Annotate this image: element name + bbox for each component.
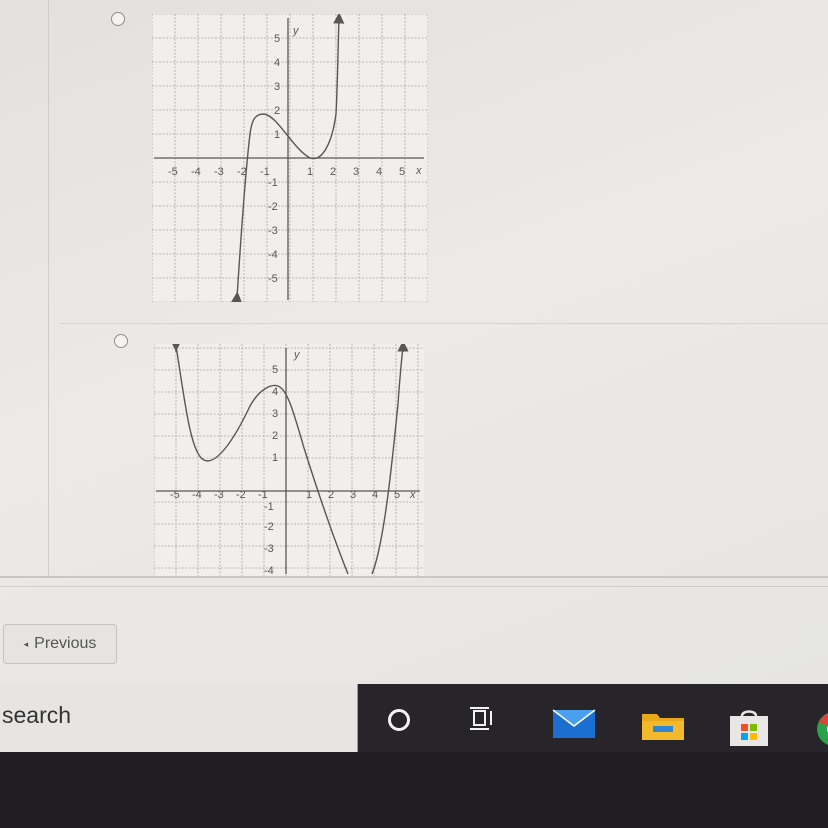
function-curve (175, 345, 404, 575)
y-tick: -2 (268, 201, 278, 213)
x-tick: -1 (258, 489, 268, 501)
cortana-circle-icon[interactable] (385, 706, 413, 734)
mail-icon[interactable] (552, 706, 596, 740)
taskbar-search-box[interactable]: search (0, 684, 358, 752)
store-icon[interactable] (727, 708, 771, 748)
x-tick: 3 (350, 489, 356, 501)
x-tick: 2 (330, 166, 336, 178)
option-divider (60, 323, 828, 324)
search-label: search (2, 702, 72, 728)
y-tick: -5 (268, 273, 278, 285)
x-tick: -3 (214, 166, 224, 178)
x-axis-label: x (409, 489, 416, 501)
y-tick: -1 (264, 501, 274, 513)
option-2-graph: -5 -4 -3 -2 -1 1 2 3 4 5 x y 5 4 3 2 1 -… (154, 344, 424, 576)
x-axis-label: x (415, 165, 422, 177)
x-tick: -4 (192, 489, 202, 501)
x-tick: 4 (376, 166, 382, 178)
x-tick: 1 (306, 489, 312, 501)
y-tick: -3 (264, 543, 274, 555)
previous-label: Previous (34, 635, 97, 652)
x-tick: -3 (214, 489, 224, 501)
x-tick: 3 (353, 166, 359, 178)
card-bottom-border (0, 576, 828, 587)
y-tick: 3 (272, 408, 278, 420)
y-tick: 4 (274, 57, 280, 69)
y-axis-label: y (293, 349, 301, 361)
y-tick: 1 (274, 129, 280, 141)
chrome-icon[interactable] (814, 710, 828, 748)
file-explorer-icon[interactable] (641, 708, 685, 742)
y-tick: 3 (274, 81, 280, 93)
screen: -5 -4 -3 -2 -1 1 2 3 4 5 x y 5 4 3 2 1 -… (0, 0, 828, 690)
x-tick: -4 (191, 166, 201, 178)
x-tick: 5 (399, 166, 405, 178)
caret-left-icon: ◂ (23, 638, 29, 649)
x-tick: 2 (328, 489, 334, 501)
previous-button[interactable]: ◂ Previous (3, 624, 117, 664)
option-1-graph-svg: -5 -4 -3 -2 -1 1 2 3 4 5 x y 5 4 3 2 1 -… (152, 14, 428, 302)
task-view-icon[interactable] (466, 704, 496, 734)
y-axis-label: y (292, 25, 300, 37)
x-tick: -2 (236, 489, 246, 501)
y-tick: 4 (272, 386, 278, 398)
x-tick: -5 (170, 489, 180, 501)
x-tick: 4 (372, 489, 378, 501)
y-tick: -1 (268, 177, 278, 189)
x-tick: 5 (394, 489, 400, 501)
option-1-radio[interactable] (111, 12, 125, 26)
grid (154, 344, 424, 576)
x-tick: 1 (307, 166, 313, 178)
y-tick: -3 (268, 225, 278, 237)
option-2-graph-svg: -5 -4 -3 -2 -1 1 2 3 4 5 x y 5 4 3 2 1 -… (154, 344, 424, 576)
x-tick: -5 (168, 166, 178, 178)
option-2-radio[interactable] (114, 334, 128, 348)
y-tick: 1 (272, 452, 278, 464)
y-tick: 2 (274, 105, 280, 117)
y-tick: 2 (272, 430, 278, 442)
y-tick: 5 (274, 33, 280, 45)
y-tick: -2 (264, 521, 274, 533)
y-tick: -4 (264, 565, 274, 576)
option-1-graph: -5 -4 -3 -2 -1 1 2 3 4 5 x y 5 4 3 2 1 -… (152, 14, 428, 302)
y-tick: -4 (268, 249, 278, 261)
y-tick: 5 (272, 364, 278, 376)
